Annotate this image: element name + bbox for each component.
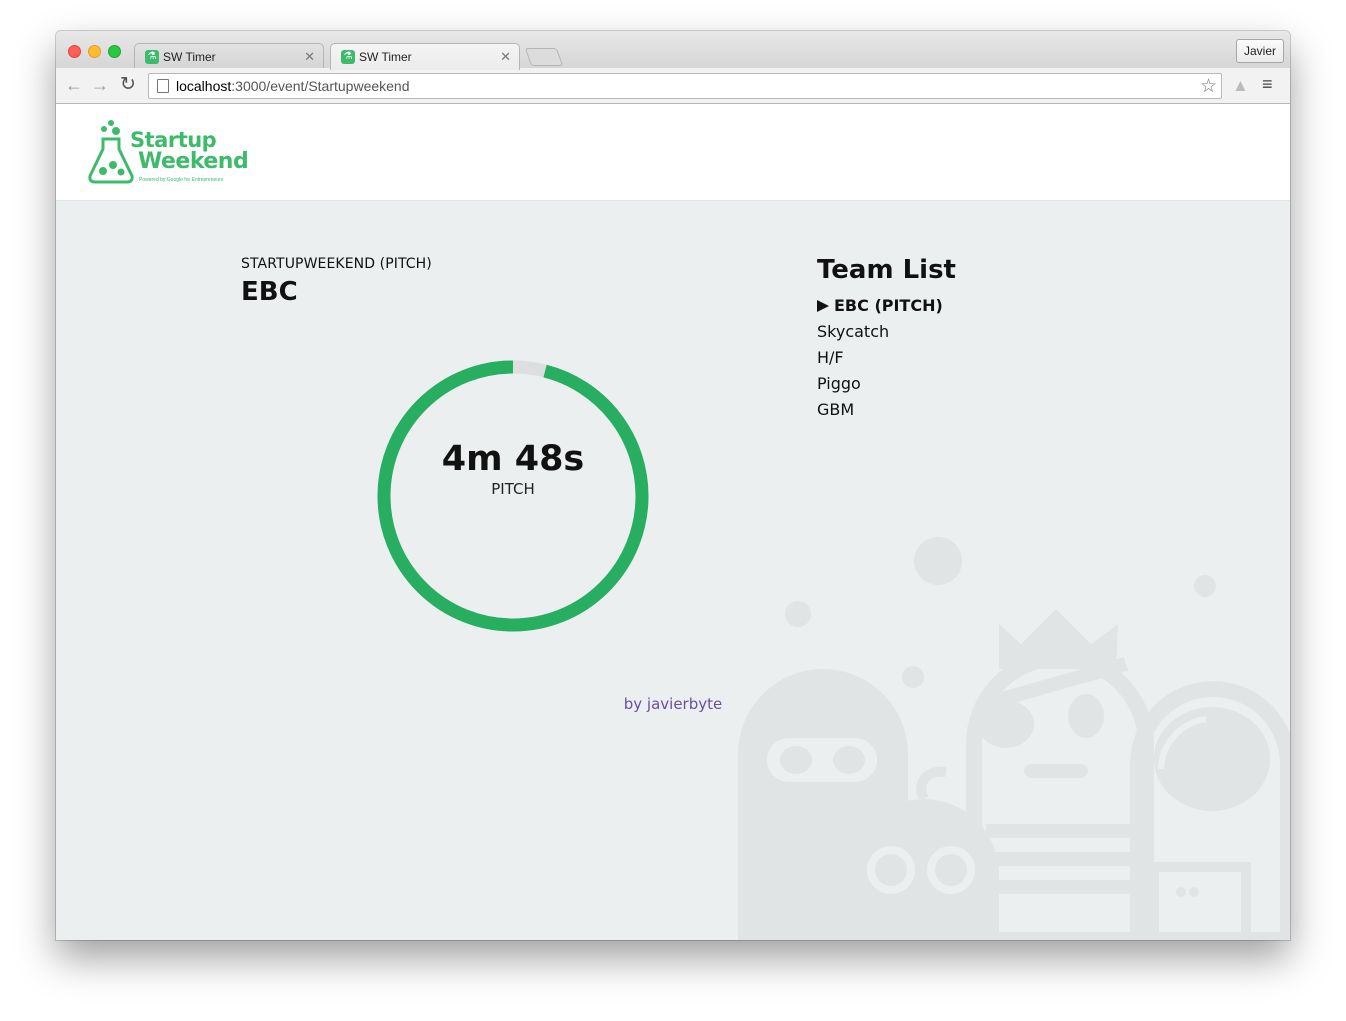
- browser-tab-1[interactable]: ⚗ SW Timer ✕: [134, 43, 324, 70]
- startup-weekend-logo[interactable]: Startup Weekend Powered by Google for En…: [86, 119, 249, 185]
- browser-window: ⚗ SW Timer ✕ ⚗ SW Timer ✕ Javier ← → ↻ l…: [56, 31, 1290, 940]
- forward-arrow-icon[interactable]: →: [90, 75, 110, 95]
- new-tab-button[interactable]: [524, 48, 564, 66]
- close-tab-icon[interactable]: ✕: [304, 49, 315, 65]
- team-list-title: Team List: [817, 255, 956, 285]
- team-list-item[interactable]: GBM: [817, 397, 943, 423]
- close-tab-icon[interactable]: ✕: [500, 49, 511, 65]
- reload-icon[interactable]: ↻: [118, 75, 138, 95]
- close-window-button[interactable]: [68, 45, 81, 58]
- profile-button[interactable]: Javier: [1235, 39, 1284, 63]
- minimize-window-button[interactable]: [88, 45, 101, 58]
- event-label: STARTUPWEEKEND (PITCH): [241, 256, 432, 272]
- team-list-item[interactable]: Piggo: [817, 371, 943, 397]
- flask-icon: [88, 120, 134, 184]
- favicon-icon: ⚗: [341, 50, 355, 64]
- menu-icon[interactable]: ≡: [1262, 74, 1273, 95]
- background-illustration: [738, 537, 1290, 940]
- url-host: localhost: [176, 78, 232, 94]
- address-bar[interactable]: localhost:3000/event/Startupweekend ☆: [148, 73, 1222, 99]
- current-team-name: EBC: [241, 277, 298, 307]
- tab-title: SW Timer: [163, 50, 216, 64]
- zoom-window-button[interactable]: [108, 45, 121, 58]
- page-content: Startup Weekend Powered by Google for En…: [56, 104, 1290, 940]
- team-name: Piggo: [817, 374, 861, 393]
- team-name: Skycatch: [817, 322, 890, 341]
- url-text[interactable]: localhost:3000/event/Startupweekend: [176, 78, 410, 94]
- team-name: GBM: [817, 400, 855, 419]
- author-credit-link[interactable]: by javierbyte: [56, 695, 1290, 713]
- team-list-item[interactable]: Skycatch: [817, 319, 943, 345]
- logo-tagline: Powered by Google for Entrepreneurs: [139, 177, 224, 183]
- page-icon: [157, 79, 169, 93]
- logo-line-2: Weekend: [138, 149, 249, 174]
- team-list-item[interactable]: H/F: [817, 345, 943, 371]
- team-name: H/F: [817, 348, 844, 367]
- back-arrow-icon[interactable]: ←: [64, 75, 84, 95]
- browser-tab-2[interactable]: ⚗ SW Timer ✕: [330, 43, 520, 70]
- url-path: :3000/event/Startupweekend: [231, 78, 410, 94]
- play-arrow-icon: [817, 300, 829, 312]
- browser-toolbar: ← → ↻ localhost:3000/event/Startupweeken…: [56, 68, 1290, 104]
- timer-value: 4m 48s: [441, 439, 585, 479]
- team-list-item-current[interactable]: EBC (PITCH): [817, 293, 943, 319]
- browser-titlebar: ⚗ SW Timer ✕ ⚗ SW Timer ✕ Javier: [56, 31, 1290, 70]
- site-header: Startup Weekend Powered by Google for En…: [56, 104, 1290, 201]
- bookmark-star-icon[interactable]: ☆: [1200, 75, 1217, 98]
- tab-title: SW Timer: [359, 50, 412, 64]
- team-list: EBC (PITCH) Skycatch H/F Piggo GBM: [817, 293, 943, 423]
- favicon-icon: ⚗: [145, 50, 159, 64]
- team-name: EBC (PITCH): [834, 296, 943, 315]
- drive-icon[interactable]: ▲: [1232, 76, 1249, 96]
- timer-phase-label: PITCH: [491, 480, 535, 498]
